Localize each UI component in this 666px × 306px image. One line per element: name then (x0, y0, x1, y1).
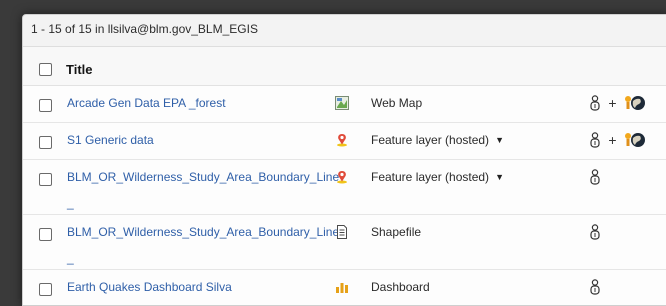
shapefile-icon (337, 225, 347, 239)
item-title-link[interactable]: BLM_OR_Wilderness_Study_Area_Boundary_Li… (67, 170, 339, 210)
type-dropdown-caret-icon[interactable]: ▼ (495, 172, 504, 182)
sharing-status (589, 168, 601, 186)
item-type-label[interactable]: Feature layer (hosted) ▼ (371, 170, 504, 184)
organization-globe-icon (624, 95, 645, 110)
table-row[interactable]: Earth Quakes Dashboard Silva Dashboard (23, 270, 666, 305)
item-type-label[interactable]: Feature layer (hosted) ▼ (371, 133, 504, 147)
owner-person-icon (590, 279, 600, 295)
row-checkbox[interactable] (39, 228, 52, 241)
owner-person-icon (590, 132, 600, 148)
row-checkbox[interactable] (39, 173, 52, 186)
owner-person-icon (590, 224, 600, 240)
sharing-status: + (589, 94, 646, 112)
table-row[interactable]: BLM_OR_Wilderness_Study_Area_Boundary_Li… (23, 160, 666, 215)
type-dropdown-caret-icon[interactable]: ▼ (495, 135, 504, 145)
table-row[interactable]: S1 Generic data Feature layer (hosted) ▼ … (23, 123, 666, 160)
feature-layer-icon (337, 171, 347, 184)
sharing-status: + (589, 131, 646, 149)
title-column-header[interactable]: Title (66, 62, 93, 77)
owner-person-icon (590, 95, 600, 111)
select-all-checkbox[interactable] (39, 63, 52, 76)
feature-layer-icon (337, 134, 347, 147)
table-row[interactable]: BLM_OR_Wilderness_Study_Area_Boundary_Li… (23, 215, 666, 270)
table-header: Title (23, 55, 666, 86)
dashboard-icon (336, 283, 348, 293)
web-map-icon (335, 96, 349, 110)
item-title-link[interactable]: BLM_OR_Wilderness_Study_Area_Boundary_Li… (67, 225, 339, 265)
item-type-label: Dashboard (371, 280, 430, 294)
item-title-link[interactable]: Arcade Gen Data EPA _forest (67, 96, 226, 110)
organization-globe-icon (624, 132, 645, 147)
sharing-status (589, 223, 601, 241)
content-panel: 1 - 15 of 15 in llsilva@blm.gov_BLM_EGIS… (22, 14, 666, 306)
row-checkbox[interactable] (39, 99, 52, 112)
item-type-label: Shapefile (371, 225, 422, 239)
owner-person-icon (590, 169, 600, 185)
row-checkbox[interactable] (39, 136, 52, 149)
table-row[interactable]: Arcade Gen Data EPA _forest Web Map + (23, 86, 666, 123)
item-title-link[interactable]: S1 Generic data (67, 133, 154, 147)
row-checkbox[interactable] (39, 283, 52, 296)
results-count: 1 - 15 of 15 in llsilva@blm.gov_BLM_EGIS (23, 15, 666, 47)
item-type-label: Web Map (371, 96, 423, 110)
item-title-link[interactable]: Earth Quakes Dashboard Silva (67, 280, 232, 294)
sharing-status (589, 278, 601, 296)
